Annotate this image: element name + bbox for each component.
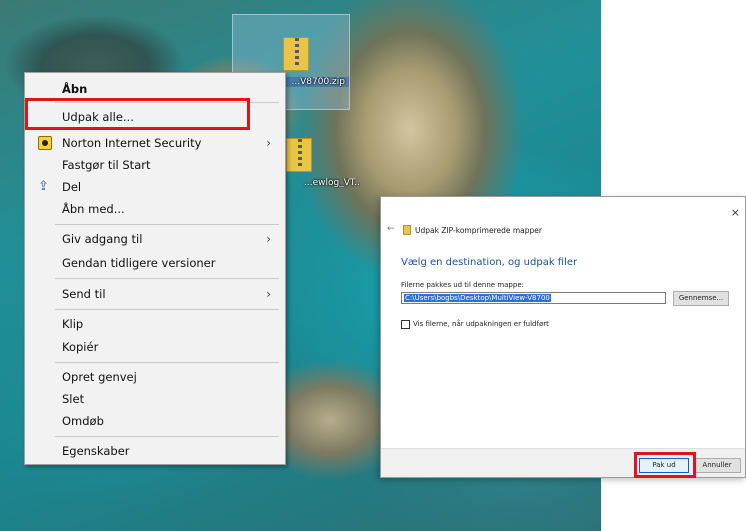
dialog-title: Udpak ZIP-komprimerede mapper bbox=[415, 226, 542, 235]
menu-item-share[interactable]: ⇪ Del bbox=[25, 176, 285, 198]
menu-item-give-access[interactable]: Giv adgang til › bbox=[25, 228, 285, 250]
show-files-checkbox-label: Vis filerne, når udpakningen er fuldført bbox=[413, 320, 549, 328]
menu-item-send-to[interactable]: Send til › bbox=[25, 283, 285, 305]
desktop-icon-label: ...ewlog_VT... bbox=[304, 178, 360, 188]
zip-folder-icon bbox=[286, 138, 312, 172]
menu-separator bbox=[55, 436, 279, 437]
menu-item-label: Åbn med... bbox=[62, 202, 125, 216]
menu-item-label: Klip bbox=[62, 317, 84, 331]
highlight-box-extract-all bbox=[25, 98, 250, 130]
menu-item-label: Fastgør til Start bbox=[62, 158, 151, 172]
menu-item-label: Gendan tidligere versioner bbox=[62, 256, 216, 270]
context-menu: Åbn Udpak alle... Norton Internet Securi… bbox=[24, 72, 286, 465]
menu-item-label: Send til bbox=[62, 287, 106, 301]
menu-separator bbox=[55, 224, 279, 225]
destination-field-label: Filerne pakkes ud til denne mappe: bbox=[401, 281, 524, 289]
menu-item-label: Giv adgang til bbox=[62, 232, 143, 246]
menu-item-label: Norton Internet Security bbox=[62, 136, 202, 150]
menu-item-open-with[interactable]: Åbn med... bbox=[25, 198, 285, 220]
menu-item-rename[interactable]: Omdøb bbox=[25, 410, 285, 432]
menu-separator bbox=[55, 362, 279, 363]
menu-item-label: Slet bbox=[62, 392, 85, 406]
show-files-checkbox[interactable] bbox=[401, 320, 410, 329]
cancel-button[interactable]: Annuller bbox=[693, 458, 741, 473]
menu-item-cut[interactable]: Klip bbox=[25, 313, 285, 335]
chevron-right-icon: › bbox=[266, 232, 271, 246]
chevron-right-icon: › bbox=[266, 136, 271, 150]
close-icon[interactable]: × bbox=[731, 207, 740, 218]
menu-item-label: Del bbox=[62, 180, 82, 194]
menu-item-label: Egenskaber bbox=[62, 444, 130, 458]
back-arrow-icon[interactable]: ← bbox=[387, 224, 395, 234]
highlight-box-extract-button bbox=[634, 452, 696, 478]
destination-path-value: C:\Users\bogbs\Desktop\MultiView-V8700 bbox=[404, 294, 551, 302]
desktop-zip-file[interactable]: ...ewlog_VT... bbox=[280, 138, 360, 188]
menu-item-pin-to-start[interactable]: Fastgør til Start bbox=[25, 154, 285, 176]
destination-path-input[interactable]: C:\Users\bogbs\Desktop\MultiView-V8700 bbox=[401, 292, 666, 304]
menu-item-open[interactable]: Åbn bbox=[25, 78, 285, 100]
menu-item-label: Kopiér bbox=[62, 340, 99, 354]
menu-item-properties[interactable]: Egenskaber bbox=[25, 440, 285, 462]
menu-item-create-shortcut[interactable]: Opret genvej bbox=[25, 366, 285, 388]
chevron-right-icon: › bbox=[266, 287, 271, 301]
menu-item-restore-versions[interactable]: Gendan tidligere versioner bbox=[25, 252, 285, 274]
extract-zip-dialog: × ← Udpak ZIP-komprimerede mapper Vælg e… bbox=[380, 196, 746, 478]
norton-icon bbox=[38, 136, 52, 150]
menu-separator bbox=[55, 309, 279, 310]
menu-item-copy[interactable]: Kopiér bbox=[25, 336, 285, 358]
share-icon: ⇪ bbox=[38, 179, 49, 194]
zip-folder-icon bbox=[403, 225, 411, 235]
menu-item-label: Opret genvej bbox=[62, 370, 137, 384]
menu-item-norton[interactable]: Norton Internet Security › bbox=[25, 132, 285, 154]
menu-item-delete[interactable]: Slet bbox=[25, 388, 285, 410]
browse-button[interactable]: Gennemse... bbox=[673, 291, 729, 306]
menu-item-label: Omdøb bbox=[62, 414, 104, 428]
zip-folder-icon bbox=[283, 37, 309, 71]
menu-separator bbox=[55, 278, 279, 279]
menu-item-label: Åbn bbox=[62, 82, 88, 96]
dialog-heading: Vælg en destination, og udpak filer bbox=[401, 257, 578, 268]
